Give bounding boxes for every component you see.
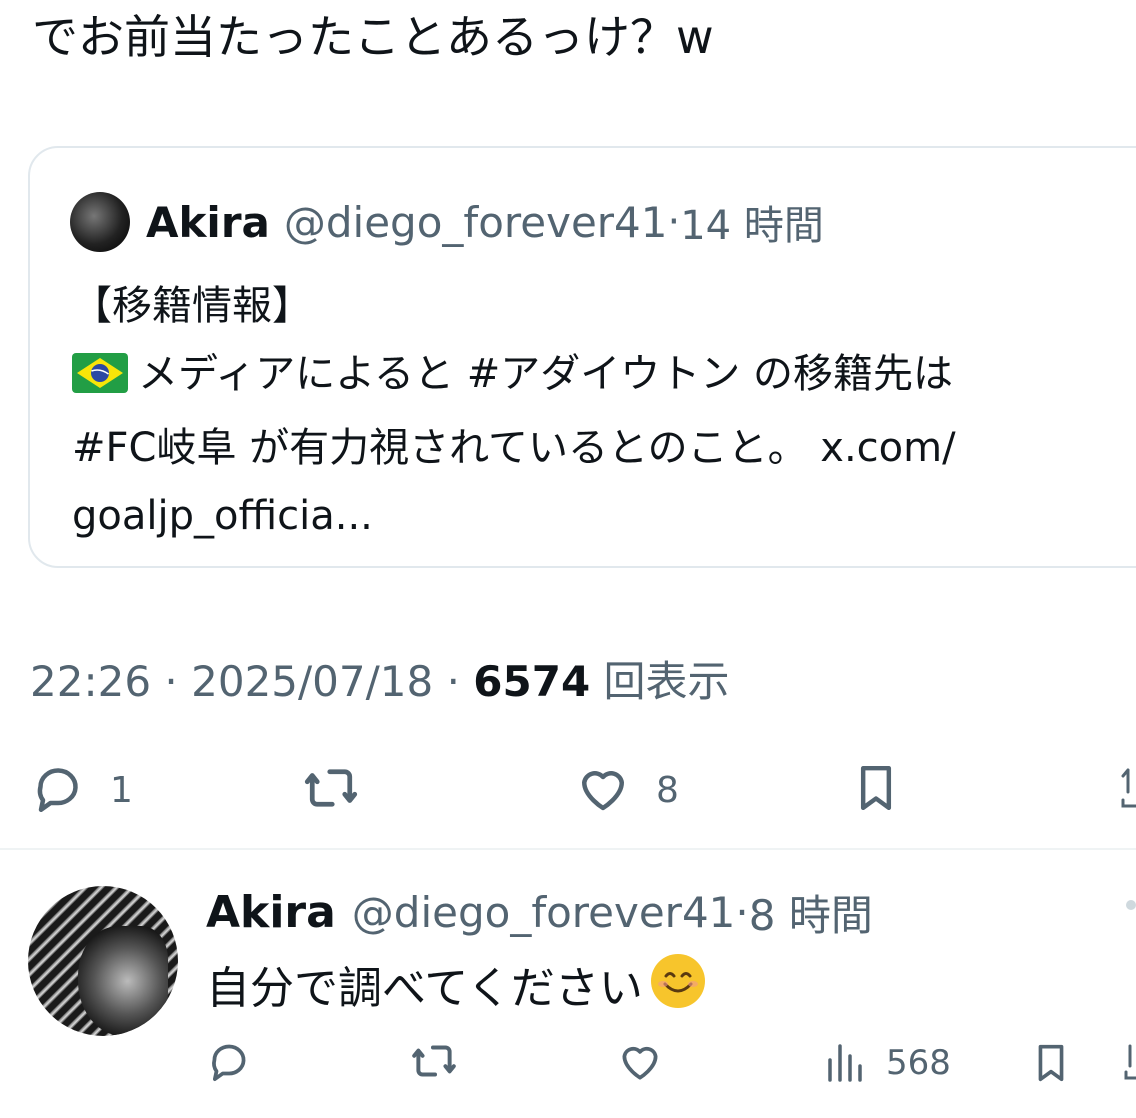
reply-button[interactable] bbox=[204, 1036, 254, 1090]
smiling-face-icon bbox=[649, 952, 707, 1026]
retweet-button[interactable] bbox=[300, 758, 362, 822]
reply-header: Akira @diego_forever41 · 8 時間 bbox=[206, 882, 873, 943]
avatar[interactable] bbox=[28, 886, 178, 1036]
reply-action-bar: 568 bbox=[0, 1036, 1136, 1096]
quoted-tweet-header: Akira @diego_forever41 · 14 時間 bbox=[70, 192, 824, 252]
bookmark-button[interactable] bbox=[848, 756, 904, 824]
heart-icon bbox=[614, 1036, 666, 1090]
share-button[interactable] bbox=[1124, 1042, 1136, 1086]
reply-views-count: 568 bbox=[886, 1043, 951, 1083]
retweet-icon bbox=[300, 758, 362, 822]
quoted-line-4: goaljp_officia... bbox=[72, 493, 373, 539]
retweet-button[interactable] bbox=[408, 1036, 460, 1090]
quoted-tweet-time[interactable]: 14 時間 bbox=[680, 193, 824, 251]
analytics-icon bbox=[826, 1036, 868, 1090]
reply-text: 自分で調べてください bbox=[206, 952, 707, 1026]
tweet-action-bar: 1 8 bbox=[0, 752, 1136, 824]
quoted-tweet-body: 【移籍情報】 メディアによると #アダイウトン の移籍先は #FC岐阜 が有力視… bbox=[72, 272, 1112, 550]
quoted-author-handle[interactable]: @diego_forever41 bbox=[284, 198, 668, 247]
tweet-time[interactable]: 22:26 bbox=[30, 657, 151, 706]
divider bbox=[0, 848, 1136, 850]
quoted-line-2: メディアによると #アダイウトン の移籍先は bbox=[72, 340, 1112, 414]
tweet-meta: 22:26 · 2025/07/18 · 6574 回表示 bbox=[30, 648, 730, 709]
meta-separator: · bbox=[446, 657, 460, 706]
bookmark-icon bbox=[848, 756, 904, 824]
reply-icon bbox=[28, 758, 88, 822]
tweet-text: でお前当たったことあるっけ？w bbox=[32, 10, 714, 64]
reply-tweet[interactable]: Akira @diego_forever41 · 8 時間 自分で調べてください… bbox=[0, 856, 1136, 1118]
reply-time[interactable]: 8 時間 bbox=[749, 882, 873, 943]
quoted-author-name[interactable]: Akira bbox=[146, 198, 270, 247]
heart-icon bbox=[572, 758, 634, 822]
quoted-line-1: 【移籍情報】 bbox=[72, 283, 312, 329]
bookmark-icon bbox=[1028, 1036, 1074, 1094]
tweet-date[interactable]: 2025/07/18 bbox=[191, 657, 433, 706]
share-icon bbox=[1120, 766, 1136, 814]
views-button[interactable]: 568 bbox=[826, 1036, 951, 1090]
quoted-line-3: #FC岐阜 が有力視されているとのこと。 x.com/ bbox=[72, 425, 956, 471]
quoted-line-2-text: メディアによると #アダイウトン の移籍先は bbox=[138, 351, 953, 397]
retweet-icon bbox=[408, 1036, 460, 1090]
reply-author-handle[interactable]: @diego_forever41 bbox=[352, 888, 736, 937]
share-button[interactable] bbox=[1120, 766, 1136, 814]
views-label: 回表示 bbox=[603, 657, 730, 706]
meta-separator: · bbox=[164, 657, 178, 706]
reply-button[interactable]: 1 bbox=[28, 758, 133, 822]
like-count: 8 bbox=[656, 769, 679, 811]
more-options-icon[interactable] bbox=[1126, 900, 1136, 910]
reply-text-content: 自分で調べてください bbox=[206, 963, 643, 1014]
header-separator: · bbox=[735, 888, 749, 937]
like-button[interactable] bbox=[614, 1036, 666, 1090]
share-icon bbox=[1124, 1042, 1136, 1086]
header-separator: · bbox=[667, 199, 681, 245]
reply-author-name[interactable]: Akira bbox=[206, 887, 336, 938]
reply-count: 1 bbox=[110, 769, 133, 811]
quoted-tweet-card[interactable]: Akira @diego_forever41 · 14 時間 【移籍情報】 メデ… bbox=[28, 146, 1136, 568]
brazil-flag-icon bbox=[72, 346, 128, 414]
reply-icon bbox=[204, 1036, 254, 1090]
bookmark-button[interactable] bbox=[1028, 1036, 1074, 1094]
views-count: 6574 bbox=[473, 657, 591, 706]
avatar[interactable] bbox=[70, 192, 130, 252]
like-button[interactable]: 8 bbox=[572, 758, 679, 822]
